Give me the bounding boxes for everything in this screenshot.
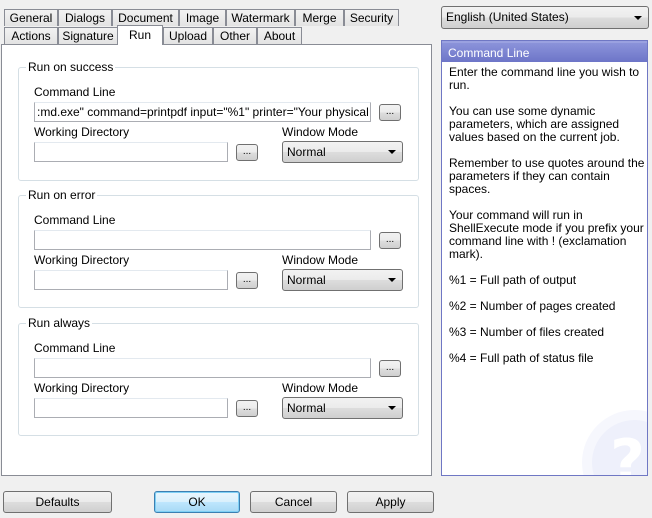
language-select[interactable]: English (United States)	[441, 6, 649, 29]
tab-merge[interactable]: Merge	[295, 9, 344, 26]
tab-other[interactable]: Other	[213, 27, 257, 44]
tab-actions[interactable]: Actions	[4, 27, 58, 44]
window-mode-value: Normal	[287, 401, 326, 415]
command-line-browse-button[interactable]: ...	[379, 360, 401, 377]
working-directory-browse-button[interactable]: ...	[236, 272, 258, 289]
tab-upload[interactable]: Upload	[163, 27, 213, 44]
tab-watermark[interactable]: Watermark	[226, 9, 295, 26]
command-line-input[interactable]	[34, 358, 371, 378]
working-directory-input[interactable]	[34, 270, 228, 290]
working-directory-label: Working Directory	[34, 125, 130, 139]
command-line-input[interactable]	[34, 230, 371, 250]
language-value: English (United States)	[446, 10, 569, 24]
group-title: Run on error	[26, 188, 98, 202]
window-mode-value: Normal	[287, 273, 326, 287]
run-tab-panel: Run on success Command Line :md.exe" com…	[1, 44, 432, 476]
apply-button[interactable]: Apply	[347, 491, 434, 513]
help-paragraph: %2 = Number of pages created	[449, 299, 616, 313]
help-paragraph: You can use some dynamic parameters, whi…	[449, 104, 620, 144]
help-paragraph: Your command will run in ShellExecute mo…	[449, 208, 644, 261]
help-title: Command Line	[442, 41, 647, 62]
help-body: Enter the command line you wish to run. …	[442, 62, 647, 365]
window-mode-label: Window Mode	[282, 381, 359, 395]
command-line-input[interactable]: :md.exe" command=printpdf input="%1" pri…	[34, 102, 371, 122]
working-directory-label: Working Directory	[34, 253, 130, 267]
command-line-label: Command Line	[34, 341, 116, 355]
help-panel: Command Line Enter the command line you …	[441, 40, 648, 476]
command-line-label: Command Line	[34, 213, 116, 227]
chevron-down-icon	[634, 16, 642, 20]
chevron-down-icon	[388, 278, 396, 282]
group-title: Run always	[26, 316, 93, 330]
tab-signature[interactable]: Signature	[58, 27, 118, 44]
chevron-down-icon	[388, 150, 396, 154]
group-title: Run on success	[26, 60, 116, 74]
help-paragraph: Remember to use quotes around the parame…	[449, 156, 645, 196]
tab-run[interactable]: Run	[117, 25, 163, 45]
working-directory-input[interactable]	[34, 398, 228, 418]
run-on-error-group: Run on error Command Line ... Working Di…	[18, 188, 419, 308]
help-paragraph: %3 = Number of files created	[449, 325, 605, 339]
tab-about[interactable]: About	[257, 27, 302, 44]
tab-dialogs[interactable]: Dialogs	[58, 9, 112, 26]
tab-general[interactable]: General	[4, 9, 58, 26]
working-directory-browse-button[interactable]: ...	[236, 144, 258, 161]
working-directory-input[interactable]	[34, 142, 228, 162]
command-line-label: Command Line	[34, 85, 116, 99]
window-mode-label: Window Mode	[282, 125, 359, 139]
working-directory-browse-button[interactable]: ...	[236, 400, 258, 417]
defaults-button[interactable]: Defaults	[3, 491, 112, 513]
help-paragraph: Enter the command line you wish to run.	[449, 65, 640, 92]
window-mode-label: Window Mode	[282, 253, 359, 267]
help-question-icon: ?	[592, 420, 647, 475]
window-mode-select[interactable]: Normal	[282, 269, 403, 291]
working-directory-label: Working Directory	[34, 381, 130, 395]
help-paragraph: %4 = Full path of status file	[449, 351, 594, 365]
tab-security[interactable]: Security	[344, 9, 399, 26]
window-mode-select[interactable]: Normal	[282, 397, 403, 419]
chevron-down-icon	[388, 406, 396, 410]
ok-button[interactable]: OK	[154, 491, 240, 513]
tab-image[interactable]: Image	[179, 9, 226, 26]
help-paragraph: %1 = Full path of output	[449, 273, 577, 287]
cancel-button[interactable]: Cancel	[250, 491, 337, 513]
run-always-group: Run always Command Line ... Working Dire…	[18, 316, 419, 436]
command-line-browse-button[interactable]: ...	[379, 232, 401, 249]
command-line-browse-button[interactable]: ...	[379, 104, 401, 121]
run-on-success-group: Run on success Command Line :md.exe" com…	[18, 60, 419, 181]
window-mode-select[interactable]: Normal	[282, 141, 403, 163]
tab-document[interactable]: Document	[112, 9, 179, 26]
window-mode-value: Normal	[287, 145, 326, 159]
